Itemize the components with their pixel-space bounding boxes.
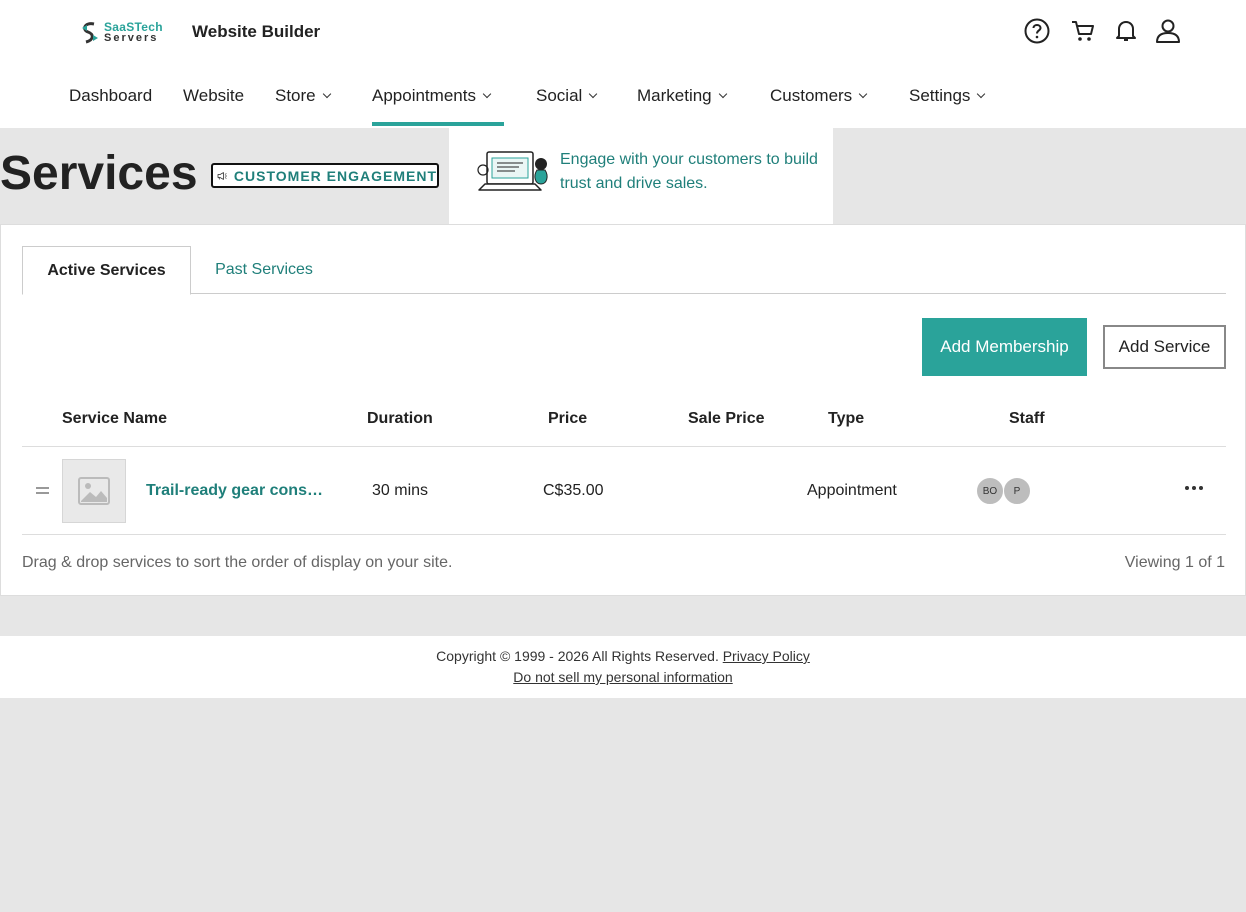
staff-avatar[interactable]: P: [1003, 477, 1031, 505]
chevron-down-icon: [977, 89, 986, 99]
chevron-down-icon: [858, 89, 868, 99]
add-service-button[interactable]: Add Service: [1103, 325, 1226, 369]
nav-label: Appointments: [372, 86, 476, 105]
help-icon[interactable]: [1023, 17, 1051, 45]
chevron-down-icon: [718, 89, 727, 99]
app-title: Website Builder: [192, 22, 321, 41]
engagement-message: Engage with your customers to build trus…: [560, 151, 818, 192]
copyright-text: Copyright © 1999 - 2026 All Rights Reser…: [436, 648, 719, 664]
main-nav: Dashboard Website Store Appointments Soc…: [0, 64, 1246, 128]
column-header-staff[interactable]: Staff: [1009, 410, 1045, 428]
nav-label: Marketing: [637, 86, 712, 105]
top-bar: SaaSTech Servers Website Builder: [0, 0, 1246, 64]
nav-label: Store: [275, 86, 316, 105]
chevron-down-icon: [589, 89, 598, 99]
service-thumbnail: [62, 459, 126, 523]
chevron-down-icon: [482, 89, 492, 99]
customer-engagement-label: CUSTOMER ENGAGEMENT: [233, 167, 437, 184]
logo-text-secondary: Servers: [104, 32, 159, 44]
service-type: Appointment: [807, 482, 897, 499]
page-footer: Copyright © 1999 - 2026 All Rights Reser…: [0, 636, 1246, 698]
column-header-duration[interactable]: Duration: [367, 410, 433, 428]
drag-handle-icon[interactable]: [36, 487, 49, 494]
user-icon[interactable]: [1154, 17, 1182, 45]
nav-label: Dashboard: [69, 86, 153, 105]
nav-label: Settings: [909, 86, 971, 105]
drag-drop-hint: Drag & drop services to sort the order o…: [22, 554, 453, 571]
more-options-icon[interactable]: [1181, 477, 1207, 499]
services-tabs: Active Services Past Services: [22, 246, 1226, 295]
bell-icon[interactable]: [1112, 17, 1140, 45]
nav-item-store[interactable]: Store: [275, 86, 331, 106]
engagement-popover: Engage with your customers to build trus…: [449, 128, 833, 225]
staff-avatar[interactable]: BO: [976, 477, 1004, 505]
nav-item-settings[interactable]: Settings: [909, 86, 986, 106]
customer-engagement-button[interactable]: CUSTOMER ENGAGEMENT: [211, 163, 439, 188]
table-divider: [22, 446, 1226, 447]
nav-item-customers[interactable]: Customers: [770, 86, 868, 106]
nav-label: Website: [183, 86, 245, 105]
megaphone-icon: [217, 171, 227, 180]
nav-item-dashboard[interactable]: Dashboard: [69, 86, 152, 106]
logo-mark-icon: [82, 22, 98, 44]
nav-label: Customers: [770, 86, 853, 105]
active-nav-indicator: [372, 122, 504, 126]
cart-icon[interactable]: [1069, 17, 1097, 45]
chevron-down-icon: [322, 89, 331, 99]
nav-item-marketing[interactable]: Marketing: [637, 86, 727, 106]
services-card: Active Services Past Services Add Member…: [0, 224, 1246, 596]
service-name-link[interactable]: Trail-ready gear cons…: [146, 482, 326, 500]
privacy-policy-link[interactable]: Privacy Policy: [723, 648, 810, 664]
nav-item-social[interactable]: Social: [536, 86, 598, 106]
do-not-sell-link[interactable]: Do not sell my personal information: [513, 669, 732, 685]
viewing-count: Viewing 1 of 1: [1124, 554, 1225, 571]
column-header-price[interactable]: Price: [548, 410, 587, 428]
add-membership-button[interactable]: Add Membership: [922, 318, 1087, 376]
nav-label: Social: [536, 86, 583, 105]
footer-line-2: Do not sell my personal information: [0, 669, 1246, 685]
image-placeholder-icon: [78, 477, 110, 505]
computer-illustration-icon: [477, 151, 548, 191]
table-divider: [22, 534, 1226, 535]
page-title: Services: [0, 147, 198, 200]
nav-item-appointments[interactable]: Appointments: [372, 86, 492, 106]
brand-logo[interactable]: SaaSTech Servers: [78, 18, 163, 46]
column-header-type[interactable]: Type: [828, 410, 864, 428]
column-header-sale-price[interactable]: Sale Price: [688, 410, 765, 428]
tab-active-services[interactable]: Active Services: [22, 246, 191, 295]
service-price: C$35.00: [543, 482, 604, 499]
nav-item-website[interactable]: Website: [183, 86, 244, 106]
column-header-service-name[interactable]: Service Name: [62, 410, 167, 428]
tab-past-services[interactable]: Past Services: [204, 246, 324, 294]
footer-line-1: Copyright © 1999 - 2026 All Rights Reser…: [0, 648, 1246, 664]
service-duration: 30 mins: [372, 482, 429, 499]
